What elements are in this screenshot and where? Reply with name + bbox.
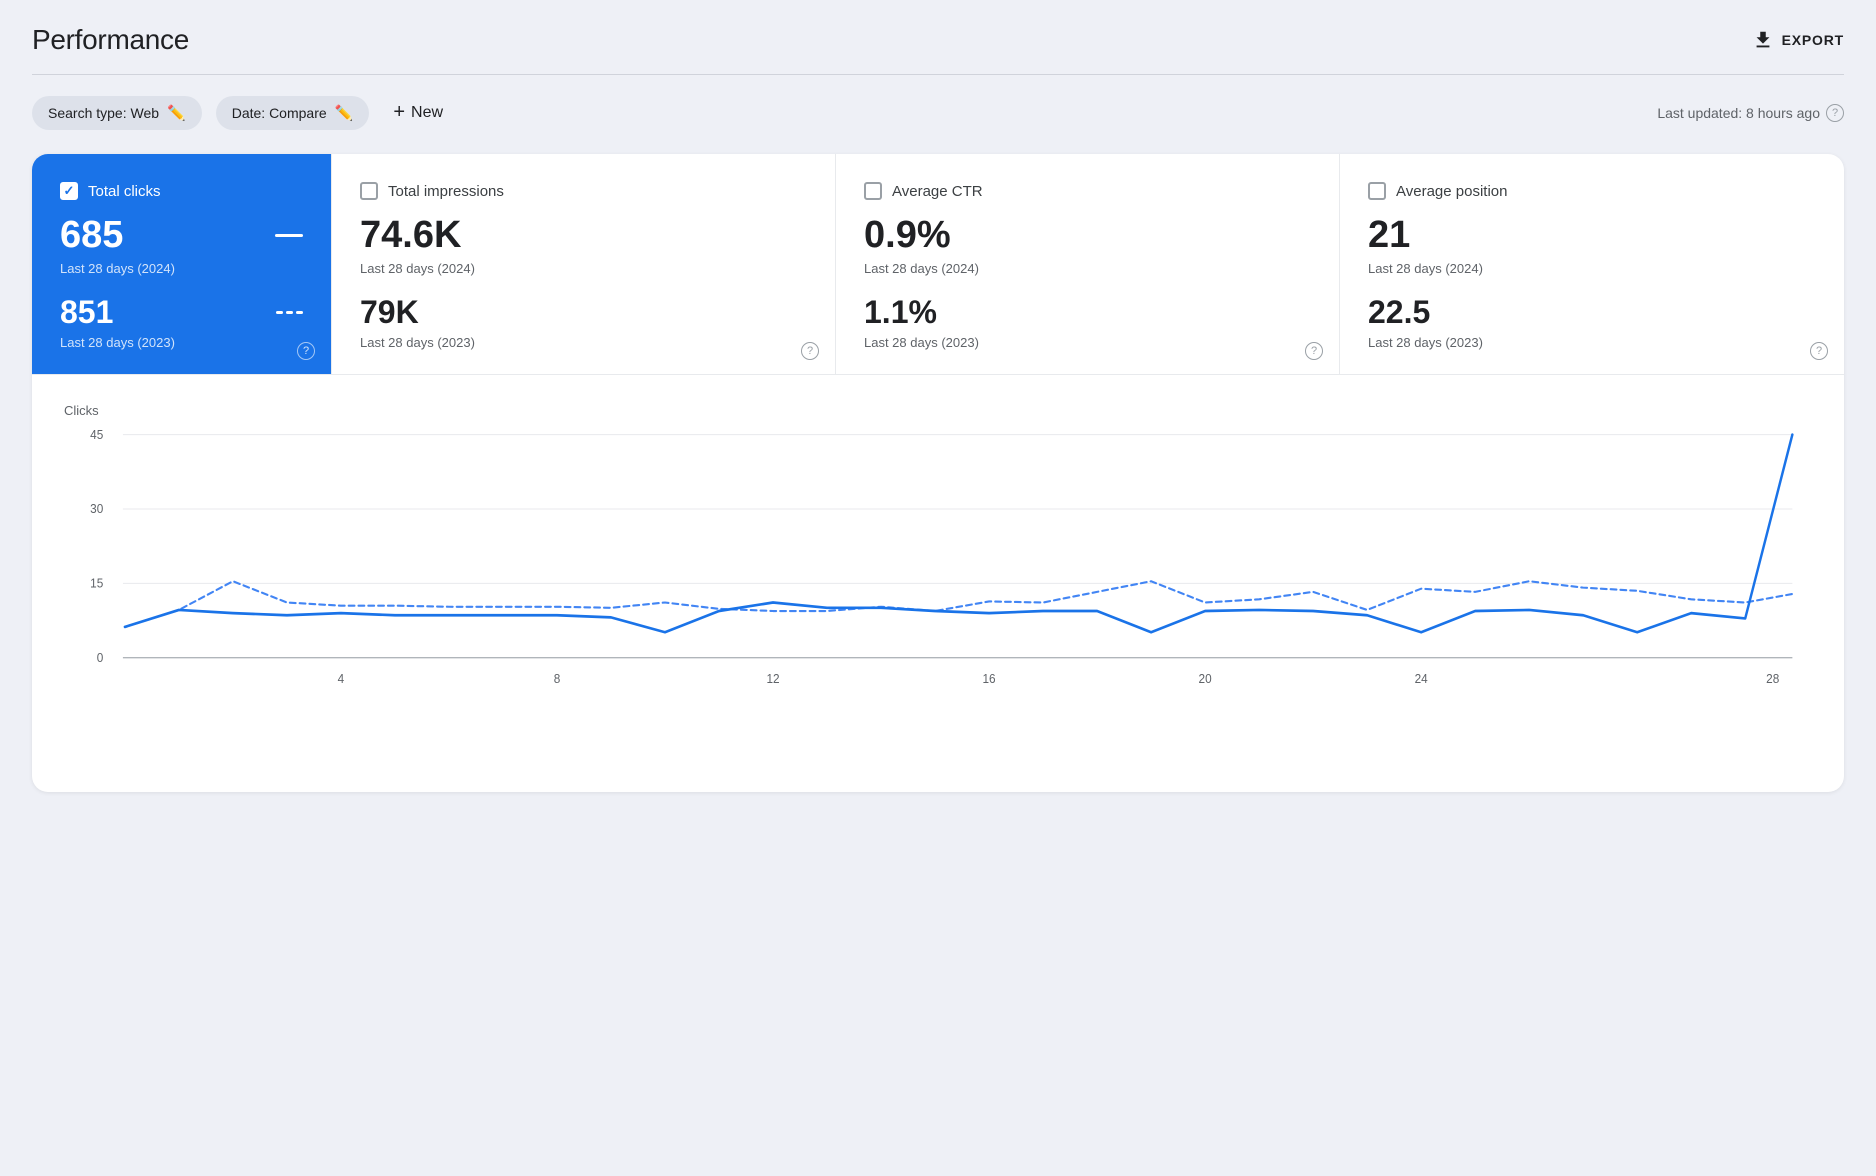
svg-text:30: 30 [90, 502, 103, 517]
svg-text:24: 24 [1415, 672, 1428, 687]
new-button[interactable]: + New [383, 95, 453, 130]
metric-value-ctr-secondary: 1.1% [864, 294, 937, 331]
help-icon-ctr[interactable]: ? [1305, 342, 1323, 360]
help-icon-clicks[interactable]: ? [297, 342, 315, 360]
filter-bar: Search type: Web ✏️ Date: Compare ✏️ + N… [32, 75, 1844, 154]
help-icon-impressions[interactable]: ? [801, 342, 819, 360]
svg-text:0: 0 [97, 651, 104, 666]
metric-value-ctr-primary: 0.9% [864, 214, 951, 257]
svg-text:16: 16 [983, 672, 996, 687]
svg-text:15: 15 [90, 576, 103, 591]
search-type-label: Search type: Web [48, 105, 159, 121]
metric-period-ctr-primary: Last 28 days (2024) [864, 261, 1311, 276]
metric-value-impressions-primary: 74.6K [360, 214, 461, 257]
last-updated: Last updated: 8 hours ago ? [1657, 104, 1844, 122]
solid-line-2024 [125, 435, 1792, 633]
metric-period-ctr-secondary: Last 28 days (2023) [864, 335, 1311, 350]
metric-period-clicks-secondary: Last 28 days (2023) [60, 335, 303, 350]
metric-checkbox-impressions[interactable] [360, 182, 378, 200]
svg-text:8: 8 [554, 672, 561, 687]
checkmark-icon: ✓ [64, 183, 75, 199]
metric-period-impressions-secondary: Last 28 days (2023) [360, 335, 807, 350]
svg-text:45: 45 [90, 427, 103, 442]
chart-container: 45 30 15 0 4 8 12 16 20 24 28 [64, 424, 1812, 764]
metric-total-clicks[interactable]: ✓ Total clicks 685 Last 28 days (2024) 8… [32, 154, 332, 374]
plus-icon: + [393, 101, 405, 124]
svg-text:4: 4 [338, 672, 345, 687]
metric-value-clicks-secondary: 851 [60, 294, 113, 331]
chart-area: Clicks 45 30 15 0 4 8 [32, 375, 1844, 792]
main-card: ✓ Total clicks 685 Last 28 days (2024) 8… [32, 154, 1844, 792]
metric-period-position-secondary: Last 28 days (2023) [1368, 335, 1816, 350]
metric-period-clicks-primary: Last 28 days (2024) [60, 261, 303, 276]
page-title: Performance [32, 24, 189, 56]
metric-average-ctr[interactable]: Average CTR 0.9% Last 28 days (2024) 1.1… [836, 154, 1340, 374]
metric-period-position-primary: Last 28 days (2024) [1368, 261, 1816, 276]
date-filter[interactable]: Date: Compare ✏️ [216, 96, 370, 130]
chart-svg: 45 30 15 0 4 8 12 16 20 24 28 [64, 424, 1812, 764]
chart-y-label: Clicks [64, 403, 1812, 418]
dashed-line-2023 [125, 581, 1792, 627]
help-icon-position[interactable]: ? [1810, 342, 1828, 360]
date-label: Date: Compare [232, 105, 327, 121]
export-button[interactable]: EXPORT [1752, 29, 1844, 51]
svg-text:12: 12 [766, 672, 779, 687]
metric-period-impressions-primary: Last 28 days (2024) [360, 261, 807, 276]
edit-icon-date: ✏️ [335, 104, 354, 122]
metric-value-position-secondary: 22.5 [1368, 294, 1430, 331]
metric-value-impressions-secondary: 79K [360, 294, 419, 331]
metric-total-impressions[interactable]: Total impressions 74.6K Last 28 days (20… [332, 154, 836, 374]
dashed-line-indicator [276, 311, 303, 314]
export-icon [1752, 29, 1774, 51]
svg-text:20: 20 [1199, 672, 1212, 687]
search-type-filter[interactable]: Search type: Web ✏️ [32, 96, 202, 130]
edit-icon: ✏️ [167, 104, 186, 122]
metric-checkbox-clicks[interactable]: ✓ [60, 182, 78, 200]
help-icon[interactable]: ? [1826, 104, 1844, 122]
metric-checkbox-position[interactable] [1368, 182, 1386, 200]
solid-line-indicator [275, 234, 303, 237]
metric-label-impressions: Total impressions [388, 183, 504, 200]
metric-checkbox-ctr[interactable] [864, 182, 882, 200]
metric-label-clicks: Total clicks [88, 183, 161, 200]
header: Performance EXPORT [32, 24, 1844, 75]
page: Performance EXPORT Search type: Web ✏️ D… [0, 0, 1876, 1176]
metric-value-clicks-primary: 685 [60, 214, 123, 257]
metric-label-ctr: Average CTR [892, 183, 983, 200]
metric-average-position[interactable]: Average position 21 Last 28 days (2024) … [1340, 154, 1844, 374]
metrics-row: ✓ Total clicks 685 Last 28 days (2024) 8… [32, 154, 1844, 375]
svg-text:28: 28 [1766, 672, 1779, 687]
metric-value-position-primary: 21 [1368, 214, 1410, 257]
metric-label-position: Average position [1396, 183, 1507, 200]
